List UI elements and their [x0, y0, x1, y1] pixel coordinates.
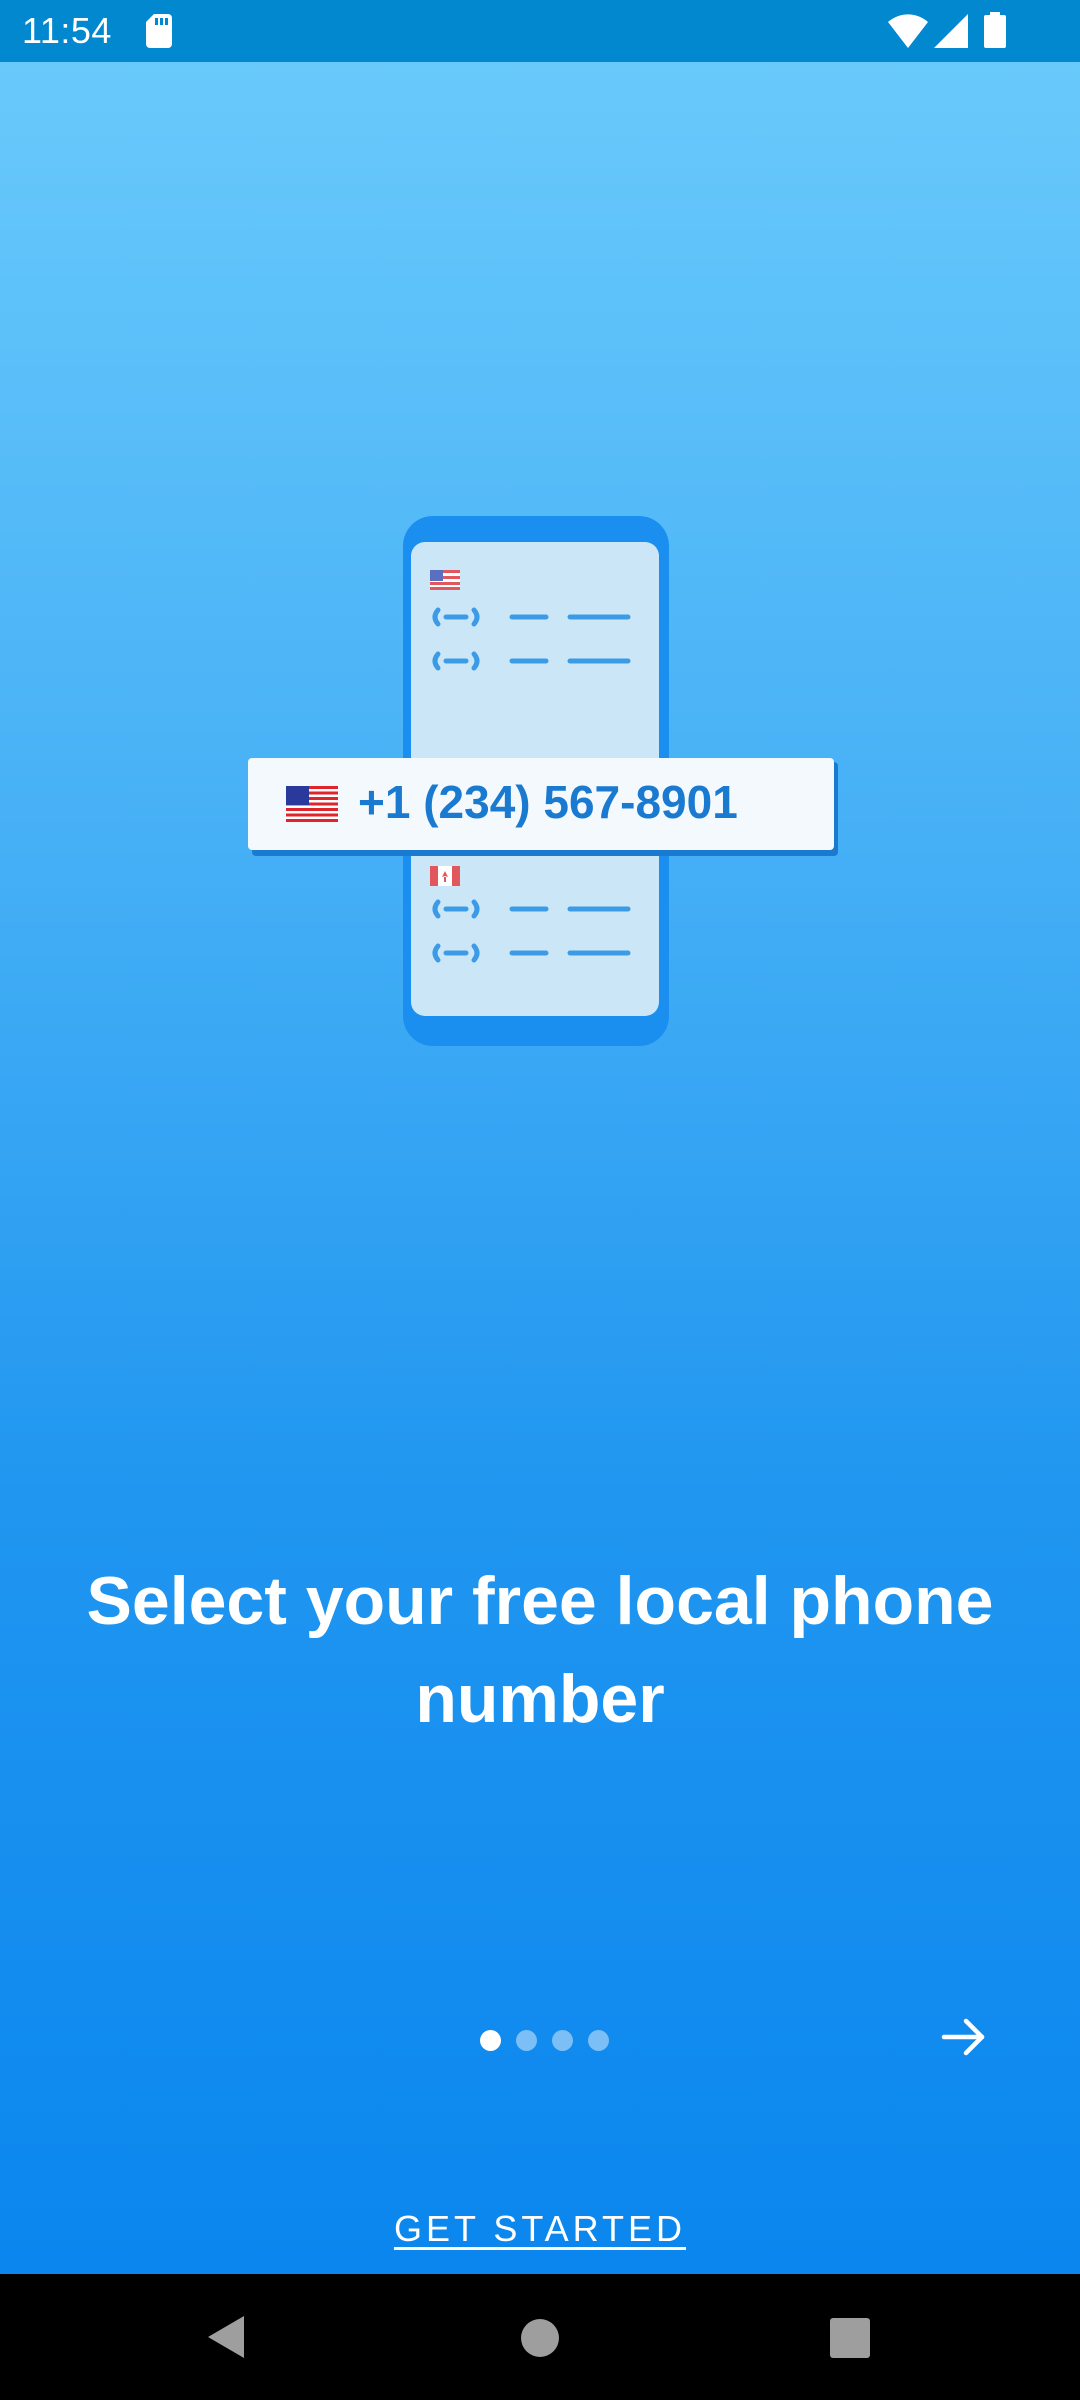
back-icon[interactable] [206, 2314, 246, 2365]
page-dot-1 [480, 2030, 501, 2051]
next-button[interactable] [936, 2010, 990, 2069]
phone-number-illustration: +1 (234) 567-8901 [246, 510, 846, 1115]
sd-card-icon [146, 14, 172, 53]
battery-icon [984, 12, 1006, 53]
cell-signal-icon [934, 14, 968, 53]
recents-icon[interactable] [830, 2318, 870, 2363]
home-icon[interactable] [520, 2318, 560, 2363]
system-nav-bar [0, 2274, 1080, 2400]
illustration-svg: +1 (234) 567-8901 [248, 516, 838, 1046]
page-dot-4 [588, 2030, 609, 2051]
onboarding-screen: +1 (234) 567-8901 Select your free local… [0, 62, 1080, 2274]
page-dot-2 [516, 2030, 537, 2051]
us-flag-icon [430, 570, 460, 590]
get-started-button[interactable]: GET STARTED [340, 2208, 740, 2250]
us-flag-large-icon [286, 786, 338, 822]
canada-flag-icon [430, 866, 460, 886]
onboarding-headline: Select your free local phone number [86, 1563, 994, 1737]
page-dot-3 [552, 2030, 573, 2051]
status-bar: 11:54 [0, 0, 1080, 62]
arrow-right-icon [941, 2018, 985, 2056]
wifi-icon [888, 14, 928, 53]
status-time: 11:54 [22, 10, 112, 51]
phone-number-text: +1 (234) 567-8901 [358, 776, 738, 828]
